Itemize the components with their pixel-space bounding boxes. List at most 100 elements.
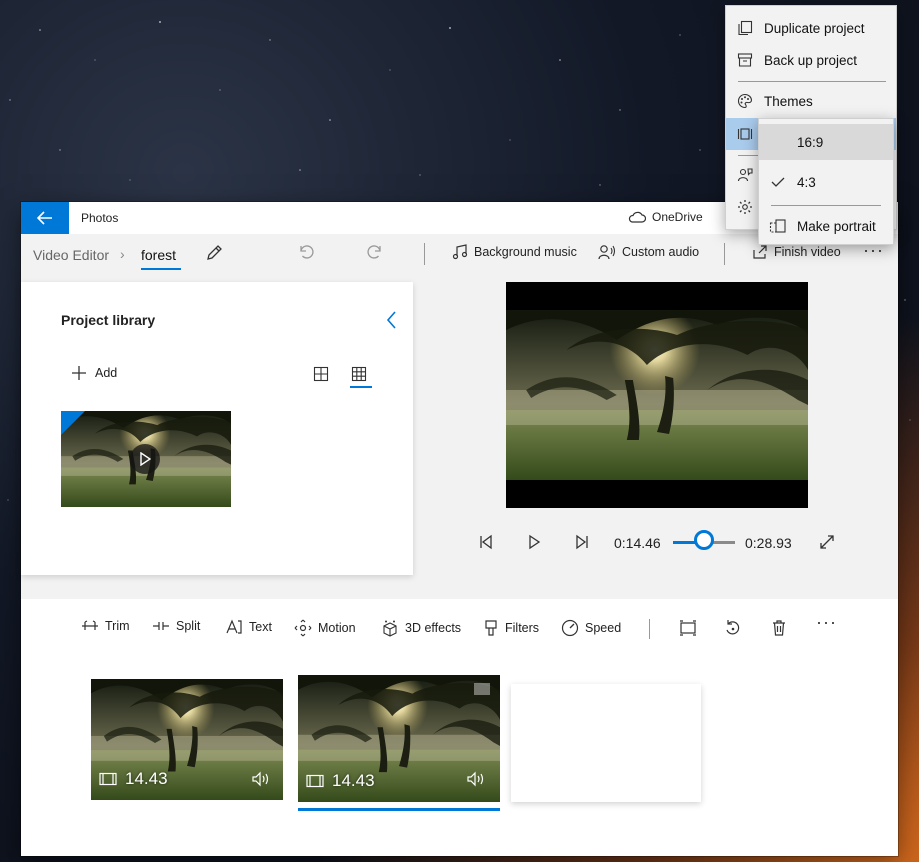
breadcrumb-project-name[interactable]: forest [141, 247, 176, 263]
undo-icon[interactable] [297, 243, 315, 261]
split-icon [153, 622, 169, 630]
text-button[interactable]: Text [225, 619, 272, 635]
make-portrait-option[interactable]: Make portrait [759, 208, 893, 244]
collapse-chevron-icon[interactable] [385, 310, 399, 330]
submenu-separator [771, 205, 881, 206]
total-time: 0:28.93 [745, 535, 792, 551]
in-use-corner-marker [61, 411, 85, 435]
split-label: Split [176, 619, 201, 633]
breadcrumb-video-editor[interactable]: Video Editor [33, 247, 109, 263]
project-library-panel: Project library Add [21, 282, 413, 575]
filters-icon [485, 620, 497, 636]
previous-frame-icon[interactable] [478, 534, 494, 550]
text-label: Text [249, 620, 272, 634]
command-separator [424, 243, 425, 265]
clip-2-volume-icon[interactable] [466, 771, 486, 787]
filters-button[interactable]: Filters [483, 619, 539, 637]
music-note-icon [452, 244, 468, 260]
gear-icon [738, 200, 752, 214]
rotate-icon[interactable] [724, 619, 742, 637]
menu-separator [738, 81, 886, 82]
duplicate-icon [738, 20, 753, 36]
aspect-option-4-3[interactable]: 4:3 [759, 164, 893, 200]
aspect-4-3-label: 4:3 [797, 174, 816, 190]
project-name-underline [141, 268, 181, 270]
library-video-thumbnail[interactable] [61, 411, 231, 507]
seek-slider-thumb[interactable] [694, 530, 714, 550]
empty-storyboard-slot[interactable] [511, 684, 701, 802]
rename-pencil-icon[interactable] [205, 244, 223, 262]
trim-icon [82, 620, 98, 630]
aspect-ratio-submenu: 16:9 4:3 Make portrait [758, 118, 894, 245]
resize-icon[interactable] [679, 619, 697, 637]
custom-audio-label: Custom audio [622, 245, 700, 259]
cloud-icon [628, 211, 646, 223]
motion-icon [294, 619, 312, 637]
storyboard-panel: Trim Split Text Motion 3D effects Filter… [21, 599, 898, 856]
filters-label: Filters [505, 621, 540, 635]
next-frame-icon[interactable] [574, 534, 590, 550]
preview-frame-image [506, 310, 808, 480]
arrow-left-icon [37, 211, 52, 225]
split-button[interactable]: Split [152, 619, 200, 633]
trim-label: Trim [105, 619, 130, 633]
photos-window: Photos OneDrive Video Editor › forest Ba… [21, 202, 898, 856]
back-button[interactable] [21, 202, 69, 234]
speed-button[interactable]: Speed [561, 619, 621, 637]
menu-themes[interactable]: Themes [726, 85, 896, 117]
clip-2-select-checkbox[interactable] [474, 683, 490, 695]
large-thumbnails-icon[interactable] [313, 366, 329, 382]
video-preview[interactable] [506, 282, 808, 508]
play-badge-icon [130, 444, 160, 474]
finish-video-label: Finish video [774, 245, 841, 259]
speed-label: Speed [585, 621, 622, 635]
aspect-ratio-icon [737, 128, 753, 140]
clip-1-duration-value: 14.43 [125, 769, 168, 788]
onedrive-status[interactable]: OneDrive [628, 210, 703, 224]
portrait-icon [769, 219, 786, 233]
aspect-option-16-9[interactable]: 16:9 [759, 124, 893, 160]
play-icon[interactable] [526, 534, 542, 550]
background-music-button[interactable]: Background music [452, 244, 577, 260]
delete-trash-icon[interactable] [770, 619, 788, 637]
selected-clip-indicator [298, 808, 500, 811]
clip-2-duration-value: 14.43 [332, 771, 375, 790]
toolbar-separator [649, 619, 650, 639]
speed-gauge-icon [561, 619, 579, 637]
storyboard-more-icon[interactable]: ··· [816, 612, 837, 633]
text-icon [226, 619, 242, 634]
background-music-label: Background music [474, 245, 577, 259]
small-thumbnails-icon[interactable] [351, 366, 367, 382]
storyboard-clip-2[interactable]: 14.43 [298, 675, 500, 802]
storyboard-clip-1[interactable]: 14.43 [91, 679, 283, 800]
view-mode-underline [350, 386, 372, 388]
breadcrumb-chevron-icon: › [120, 246, 125, 262]
menu-duplicate-label: Duplicate project [764, 20, 865, 36]
menu-back-up-project[interactable]: Back up project [726, 44, 896, 76]
finish-video-button[interactable]: Finish video [752, 244, 841, 260]
menu-backup-label: Back up project [764, 52, 858, 68]
plus-icon [72, 366, 86, 380]
clip-1-duration: 14.43 [99, 769, 168, 789]
custom-audio-icon [598, 245, 616, 260]
project-library-title: Project library [61, 312, 156, 328]
trim-button[interactable]: Trim [81, 619, 130, 633]
custom-audio-button[interactable]: Custom audio [598, 244, 699, 260]
share-export-icon [753, 245, 767, 259]
onedrive-label: OneDrive [652, 210, 703, 224]
current-time: 0:14.46 [614, 535, 661, 551]
motion-label: Motion [318, 621, 356, 635]
motion-button[interactable]: Motion [294, 619, 356, 637]
3d-effects-button[interactable]: 3D effects [381, 619, 461, 637]
fullscreen-icon[interactable] [819, 534, 835, 550]
redo-icon[interactable] [366, 243, 384, 261]
command-separator [724, 243, 725, 265]
make-portrait-label: Make portrait [797, 218, 876, 234]
menu-duplicate-project[interactable]: Duplicate project [726, 12, 896, 44]
3d-effects-label: 3D effects [405, 621, 462, 635]
aspect-16-9-label: 16:9 [797, 134, 824, 150]
add-label: Add [95, 366, 118, 380]
film-strip-icon [99, 772, 117, 786]
add-media-button[interactable]: Add [71, 365, 117, 381]
clip-1-volume-icon[interactable] [251, 771, 271, 787]
